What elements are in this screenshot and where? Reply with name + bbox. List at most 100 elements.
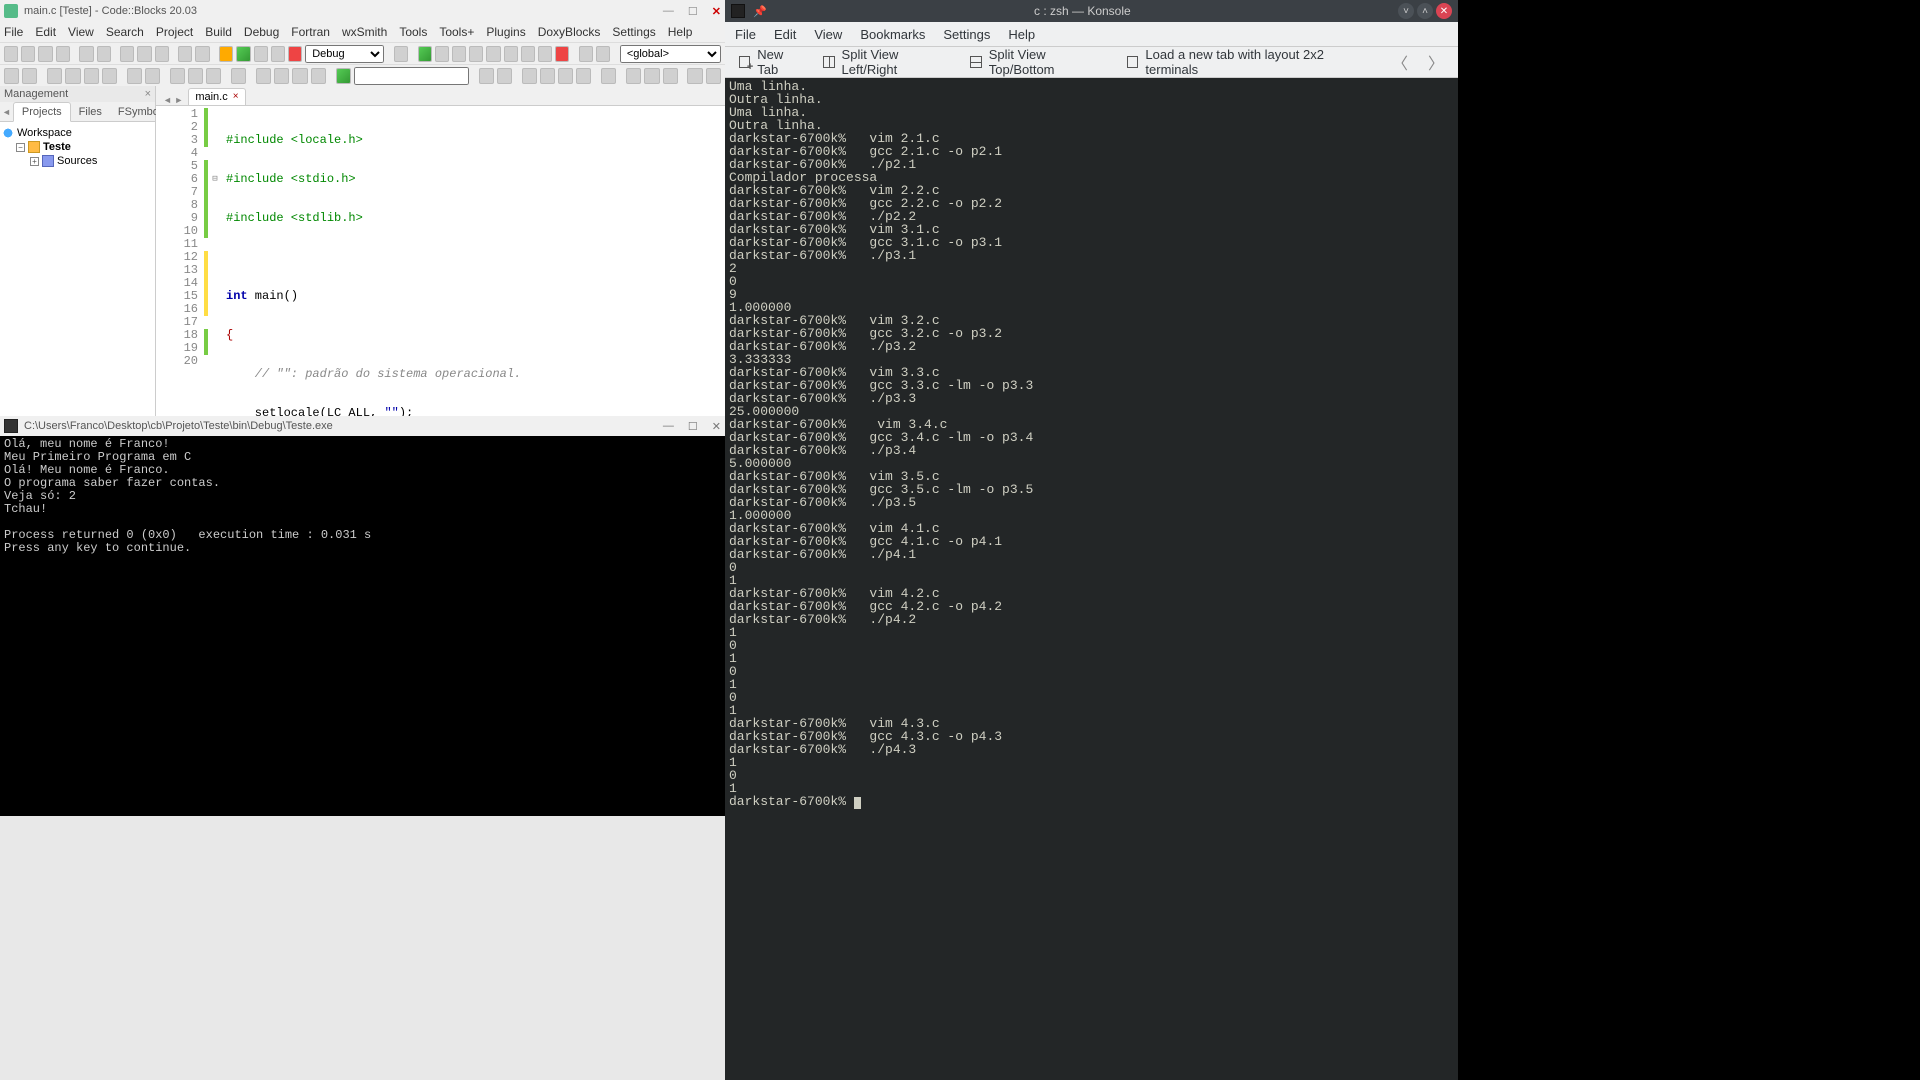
terminal-output[interactable]: Uma linha. Outra linha. Uma linha. Outra… — [725, 78, 1458, 1080]
highlight-icon[interactable] — [522, 68, 537, 84]
selection-icon[interactable] — [540, 68, 555, 84]
pin-icon[interactable]: 📌 — [753, 5, 767, 18]
konsole-close-button[interactable]: ✕ — [1436, 3, 1452, 19]
jump-last-icon[interactable] — [292, 68, 307, 84]
regex-icon[interactable] — [576, 68, 591, 84]
tab-close-icon[interactable]: × — [233, 91, 239, 103]
konsole-minimize-button[interactable]: ˅ — [1398, 3, 1414, 19]
tab-next-button[interactable]: 〉 — [1420, 50, 1452, 74]
save-icon[interactable] — [38, 46, 52, 62]
run-icon[interactable] — [236, 46, 250, 62]
menu-doxyblocks[interactable]: DoxyBlocks — [538, 25, 601, 39]
menu-project[interactable]: Project — [156, 25, 193, 39]
layout-2x2-button[interactable]: Load a new tab with layout 2x2 terminals — [1119, 44, 1376, 80]
konsole-maximize-button[interactable]: ˄ — [1417, 3, 1433, 19]
menu-search[interactable]: Search — [106, 25, 144, 39]
build-icon[interactable] — [219, 46, 233, 62]
misc-a-icon[interactable] — [687, 68, 702, 84]
redo-icon[interactable] — [97, 46, 111, 62]
window-a-icon[interactable] — [626, 68, 641, 84]
undo-icon[interactable] — [79, 46, 93, 62]
paste-icon[interactable] — [155, 46, 169, 62]
window-c-icon[interactable] — [663, 68, 678, 84]
bookmark-prev-icon[interactable] — [47, 68, 62, 84]
open-file-icon[interactable] — [21, 46, 35, 62]
tree-collapse-icon[interactable]: − — [16, 143, 25, 152]
code-text[interactable]: #include <locale.h> #include <stdio.h> #… — [222, 106, 564, 416]
search-next-icon[interactable] — [497, 68, 512, 84]
menu-settings[interactable]: Settings — [612, 25, 655, 39]
next-instr-icon[interactable] — [504, 46, 518, 62]
kmenu-edit[interactable]: Edit — [774, 27, 796, 42]
misc-b-icon[interactable] — [706, 68, 721, 84]
tab-nav-icon[interactable]: ◄ ► — [160, 95, 186, 105]
cursor-icon[interactable] — [601, 68, 616, 84]
build-target-select[interactable]: Debug — [305, 45, 384, 63]
split-tb-button[interactable]: Split View Top/Bottom — [962, 44, 1115, 80]
jump-fwd-icon[interactable] — [274, 68, 289, 84]
break-icon[interactable] — [538, 46, 552, 62]
doxy-block-icon[interactable] — [145, 68, 160, 84]
find-icon[interactable] — [178, 46, 192, 62]
new-file-icon[interactable] — [4, 46, 18, 62]
workspace-node[interactable]: Workspace — [2, 126, 153, 140]
menu-tools[interactable]: Tools — [399, 25, 427, 39]
bookmark-clear-icon[interactable] — [102, 68, 117, 84]
doxy-comment-icon[interactable] — [127, 68, 142, 84]
step-out-icon[interactable] — [486, 46, 500, 62]
split-lr-button[interactable]: Split View Left/Right — [815, 44, 958, 80]
window-b-icon[interactable] — [644, 68, 659, 84]
tab-files[interactable]: Files — [71, 103, 110, 121]
minimize-button[interactable]: — — [663, 5, 674, 18]
doxy-chm-icon[interactable] — [206, 68, 221, 84]
step-into-icon[interactable] — [469, 46, 483, 62]
menu-edit[interactable]: Edit — [35, 25, 56, 39]
case-icon[interactable] — [558, 68, 573, 84]
sources-folder-node[interactable]: + Sources — [2, 154, 153, 168]
new-tab-button[interactable]: New Tab — [731, 44, 811, 80]
tab-projects[interactable]: Projects — [13, 102, 71, 122]
replace-icon[interactable] — [195, 46, 209, 62]
jump-clear-icon[interactable] — [311, 68, 326, 84]
stop-debug-icon[interactable] — [555, 46, 569, 62]
save-all-icon[interactable] — [56, 46, 70, 62]
project-node[interactable]: − Teste — [2, 140, 153, 154]
console-maximize-button[interactable]: ☐ — [688, 420, 698, 433]
menu-toolsplus[interactable]: Tools+ — [439, 25, 474, 39]
mgmt-arrow-left[interactable]: ◄ — [0, 107, 13, 117]
cut-icon[interactable] — [120, 46, 134, 62]
tab-prev-button[interactable]: 〈 — [1384, 50, 1416, 74]
info-icon[interactable] — [596, 46, 610, 62]
console-close-button[interactable]: ✕ — [712, 420, 721, 433]
nav-back-icon[interactable] — [4, 68, 19, 84]
doxy-settings-icon[interactable] — [231, 68, 246, 84]
jump-back-icon[interactable] — [256, 68, 271, 84]
menu-view[interactable]: View — [68, 25, 94, 39]
fold-column[interactable]: ⊟ — [208, 106, 222, 416]
build-run-icon[interactable] — [254, 46, 268, 62]
nav-fwd-icon[interactable] — [22, 68, 37, 84]
editor-tab[interactable]: main.c × — [188, 88, 245, 105]
doxy-html-icon[interactable] — [188, 68, 203, 84]
menu-build[interactable]: Build — [205, 25, 232, 39]
console-output[interactable]: Olá, meu nome é Franco! Meu Primeiro Pro… — [0, 436, 725, 816]
debug-start-icon[interactable] — [418, 46, 432, 62]
copy-icon[interactable] — [137, 46, 151, 62]
run-to-cursor-icon[interactable] — [435, 46, 449, 62]
close-button[interactable]: ✕ — [712, 5, 721, 18]
bookmark-toggle-icon[interactable] — [65, 68, 80, 84]
management-close-icon[interactable]: × — [145, 88, 151, 100]
kmenu-help[interactable]: Help — [1008, 27, 1035, 42]
menu-plugins[interactable]: Plugins — [486, 25, 525, 39]
debug-windows-icon[interactable] — [579, 46, 593, 62]
run-script-icon[interactable] — [336, 68, 351, 84]
maximize-button[interactable]: ☐ — [688, 5, 698, 18]
kmenu-file[interactable]: File — [735, 27, 756, 42]
menu-debug[interactable]: Debug — [244, 25, 279, 39]
menu-wxsmith[interactable]: wxSmith — [342, 25, 387, 39]
menu-fortran[interactable]: Fortran — [291, 25, 330, 39]
next-line-icon[interactable] — [452, 46, 466, 62]
search-prev-icon[interactable] — [479, 68, 494, 84]
menu-file[interactable]: File — [4, 25, 23, 39]
menu-help[interactable]: Help — [668, 25, 693, 39]
